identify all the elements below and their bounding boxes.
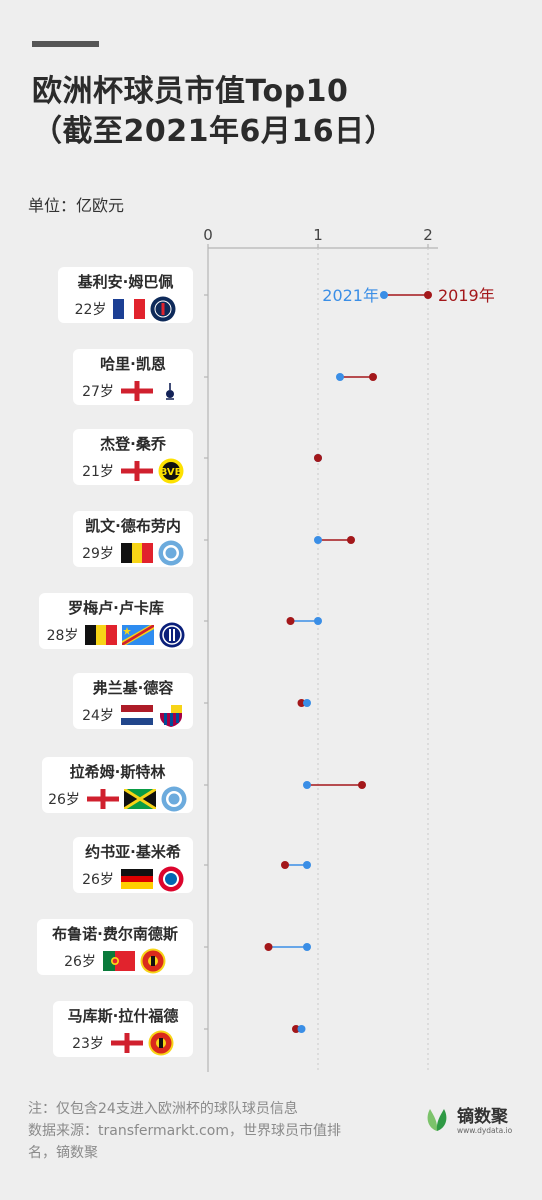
club-tot-icon (158, 378, 184, 404)
player-meta-row: 24岁 (73, 702, 193, 728)
club-mci-icon (161, 786, 187, 812)
player-age: 29岁 (82, 546, 114, 562)
club-bay-icon (158, 866, 184, 892)
player-card: 拉希姆·斯特林 26岁 (42, 757, 193, 813)
flag-nl-icon (120, 705, 153, 725)
brand-leaf-icon (427, 1108, 447, 1131)
point-2021 (314, 536, 322, 544)
player-meta-row: 28岁 (39, 622, 193, 648)
flag-en-icon (110, 1033, 143, 1053)
player-card: 约书亚·基米希 26岁 (73, 837, 193, 893)
player-card: 哈里·凯恩 27岁 (73, 349, 193, 405)
player-meta-row: 26岁 (42, 786, 193, 812)
player-card: 马库斯·拉什福德 23岁 (53, 1001, 193, 1057)
player-age: 26岁 (82, 872, 114, 888)
svg-text:BVB: BVB (160, 467, 183, 478)
club-psg-icon (150, 296, 176, 322)
flag-en-icon (86, 789, 119, 809)
flag-be-icon (85, 625, 118, 645)
player-card: 杰登·桑乔 21岁 BVB (73, 429, 193, 485)
series-label-2021: 2021年 (322, 286, 379, 305)
player-meta-row: 21岁 BVB (73, 458, 193, 484)
x-tick-label: 0 (203, 226, 213, 244)
point-2021 (380, 291, 388, 299)
point-2019 (424, 291, 432, 299)
flag-en-icon (120, 381, 153, 401)
brand-name: 镝数聚 (457, 1107, 508, 1127)
flag-fr-icon (113, 299, 146, 319)
player-age: 21岁 (82, 464, 114, 480)
player-name: 拉希姆·斯特林 (69, 763, 166, 781)
footer: 注：仅包含24支进入欧洲杯的球队球员信息 数据来源：transfermarkt.… (28, 1098, 368, 1164)
flag-cd-icon (122, 625, 155, 645)
club-fcb-icon (159, 705, 182, 727)
brand: 镝数聚 www.dydata.io (422, 1102, 512, 1135)
player-name: 布鲁诺·费尔南德斯 (52, 925, 178, 943)
player-card: 布鲁诺·费尔南德斯 26岁 (37, 919, 193, 975)
brand-url: www.dydata.io (457, 1126, 513, 1135)
footer-source: 数据来源：transfermarkt.com，世界球员市值排名，镝数聚 (28, 1123, 341, 1161)
point-2021 (303, 781, 311, 789)
point-2019 (358, 781, 366, 789)
point-2019 (347, 536, 355, 544)
player-meta-row: 22岁 (58, 296, 193, 322)
player-age: 22岁 (74, 302, 107, 318)
club-bvb-icon: BVB (158, 458, 184, 484)
point-2019 (369, 373, 377, 381)
point-2021 (303, 861, 311, 869)
club-mci-icon (158, 540, 184, 566)
player-meta-row: 26岁 (73, 866, 193, 892)
player-name: 基利安·姆巴佩 (77, 273, 174, 291)
club-mun-icon (148, 1030, 174, 1056)
club-mun-icon (140, 948, 166, 974)
point-2021 (314, 617, 322, 625)
player-card: 凯文·德布劳内 29岁 (73, 511, 193, 567)
player-card: 弗兰基·德容 24岁 (73, 673, 193, 729)
player-name: 马库斯·拉什福德 (67, 1007, 179, 1025)
flag-be-icon (120, 543, 153, 563)
x-tick-label: 1 (313, 226, 323, 244)
flag-en-icon (120, 461, 153, 481)
player-meta-row: 29岁 (73, 540, 193, 566)
player-name: 罗梅卢·卢卡库 (68, 599, 164, 617)
player-meta-row: 23岁 (53, 1030, 193, 1056)
point-2019 (264, 943, 273, 951)
point-2021 (303, 699, 311, 707)
point-2019 (314, 454, 322, 462)
player-age: 23岁 (72, 1036, 104, 1052)
point-2021 (297, 1025, 306, 1033)
player-card: 罗梅卢·卢卡库 28岁 (39, 593, 193, 649)
point-2019 (281, 861, 289, 869)
player-name: 约书亚·基米希 (85, 843, 181, 861)
footer-note: 注：仅包含24支进入欧洲杯的球队球员信息 (28, 1101, 298, 1117)
player-age: 26岁 (64, 954, 96, 970)
player-meta-row: 26岁 (37, 948, 193, 974)
club-int-icon (159, 622, 185, 648)
player-card: 基利安·姆巴佩 22岁 (58, 267, 193, 323)
point-2019 (286, 617, 295, 625)
player-age: 24岁 (82, 708, 114, 724)
point-2021 (303, 943, 311, 951)
player-age: 26岁 (48, 792, 80, 808)
player-name: 哈里·凯恩 (100, 355, 166, 373)
flag-de-icon (120, 869, 153, 889)
player-name: 弗兰基·德容 (92, 679, 174, 697)
player-meta-row: 27岁 (73, 378, 193, 404)
flag-jm-icon (123, 789, 156, 809)
series-label-2019: 2019年 (438, 286, 495, 305)
player-name: 杰登·桑乔 (100, 435, 166, 453)
player-name: 凯文·德布劳内 (85, 517, 181, 535)
point-2021 (336, 373, 344, 381)
x-tick-label: 2 (423, 226, 433, 244)
player-age: 27岁 (82, 384, 114, 400)
player-age: 28岁 (46, 628, 79, 644)
flag-pt-icon (102, 951, 135, 971)
